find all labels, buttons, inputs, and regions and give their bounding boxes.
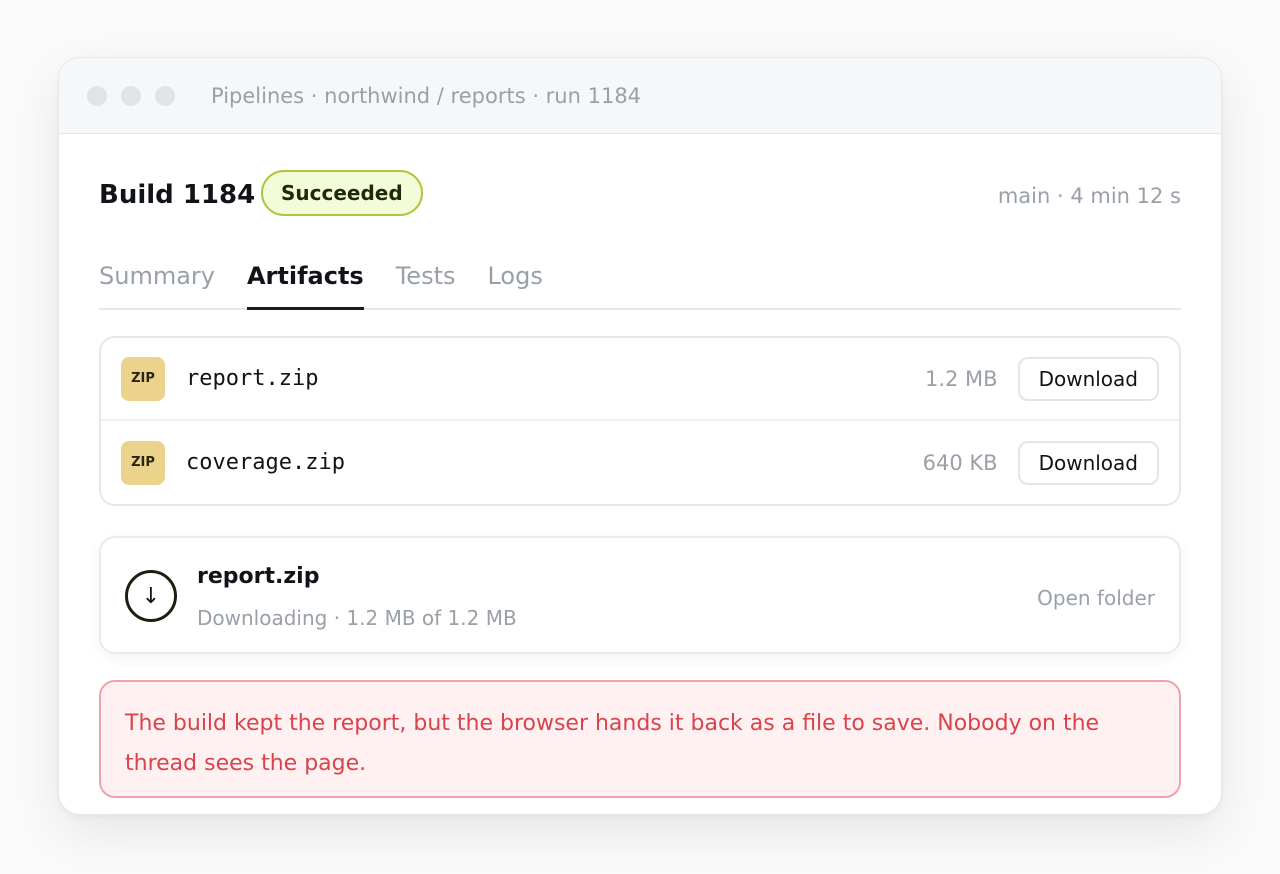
- open-folder-link[interactable]: Open folder: [1037, 586, 1155, 610]
- list-item: ZIP report.zip 1.2 MB Download: [101, 338, 1179, 421]
- page-title: Build 1184: [99, 180, 256, 210]
- tab-logs[interactable]: Logs: [487, 252, 542, 308]
- artifact-name: report.zip: [186, 366, 319, 391]
- window-maximize-dot[interactable]: [155, 85, 175, 106]
- artifact-size: 640 KB: [922, 450, 998, 475]
- tab-bar: Summary Artifacts Tests Logs: [99, 252, 1181, 310]
- page-content: Build 1184 Succeeded main · 4 min 12 s S…: [59, 134, 1221, 798]
- artifact-list: ZIP report.zip 1.2 MB Download ZIP cover…: [99, 336, 1181, 506]
- browser-window: Pipelines · northwind / reports · run 11…: [58, 57, 1222, 815]
- tab-tests[interactable]: Tests: [396, 252, 456, 308]
- zip-file-icon: ZIP: [121, 356, 165, 401]
- download-arrow-icon: ↓: [125, 570, 177, 622]
- list-item: ZIP coverage.zip 640 KB Download: [101, 421, 1179, 504]
- download-button[interactable]: Download: [1017, 440, 1159, 485]
- artifact-name: coverage.zip: [186, 450, 345, 475]
- error-notice: The build kept the report, but the brows…: [99, 680, 1181, 798]
- download-progress-card: ↓ report.zip Downloading · 1.2 MB of 1.2…: [99, 536, 1181, 654]
- download-button[interactable]: Download: [1017, 356, 1159, 401]
- window-close-dot[interactable]: [87, 85, 107, 106]
- tab-artifacts[interactable]: Artifacts: [246, 252, 364, 310]
- title-bar: Pipelines · northwind / reports · run 11…: [59, 58, 1221, 134]
- tab-summary[interactable]: Summary: [99, 252, 215, 308]
- window-minimize-dot[interactable]: [121, 85, 141, 106]
- download-filename: report.zip: [197, 564, 320, 589]
- build-header: Build 1184 Succeeded main · 4 min 12 s: [99, 134, 1181, 252]
- notice-text: The build kept the report, but the brows…: [125, 711, 1100, 776]
- status-badge: Succeeded: [261, 170, 423, 216]
- download-status: Downloading · 1.2 MB of 1.2 MB: [197, 606, 517, 630]
- zip-file-icon: ZIP: [121, 440, 165, 485]
- artifact-size: 1.2 MB: [924, 366, 998, 391]
- window-title: Pipelines · northwind / reports · run 11…: [211, 83, 642, 108]
- build-meta: main · 4 min 12 s: [997, 184, 1181, 208]
